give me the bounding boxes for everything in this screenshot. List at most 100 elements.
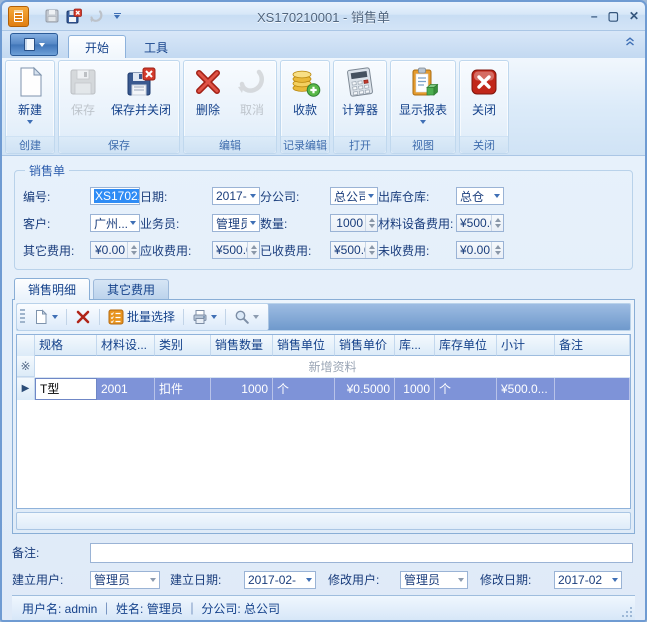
qat-save-button[interactable] [43,7,61,25]
undo-icon [88,8,104,24]
cell-remark[interactable] [555,378,630,400]
preview-button[interactable] [231,307,262,327]
material-cost-stepper[interactable]: ¥500.0 [456,214,504,232]
new-row-hint: 新增资料 [35,356,630,377]
delete-row-button[interactable] [72,307,94,327]
grid-toolbar: 批量选择 [16,303,631,331]
column-header[interactable]: 备注 [555,335,630,356]
save-button: 保存 [61,63,105,136]
chevron-down-icon [52,315,58,319]
unreceived-stepper[interactable]: ¥0.00 [456,241,504,259]
ribbon-group-view: 显示报表 视图 [390,60,456,154]
form-row-3: 其它费用: ¥0.00 应收费用: ¥500.00 已收费用: ¥500.00 … [23,239,624,261]
quantity-stepper[interactable]: 1000 [330,214,378,232]
show-report-button[interactable]: 显示报表 [393,63,453,136]
cell-sales-price[interactable]: ¥0.5000 [335,378,395,400]
save-and-close-icon [125,66,157,98]
print-icon [192,309,208,325]
row-marker: ▶ [17,378,35,400]
application-menu-button[interactable] [10,33,58,56]
salesperson-dropdown[interactable]: 管理员 [212,214,260,232]
cell-stock-unit[interactable]: 个 [435,378,497,400]
grid-new-row[interactable]: ※ 新增资料 [17,356,630,378]
close-form-button[interactable]: 关闭 [462,63,506,136]
cell-sales-qty[interactable]: 1000 [211,378,273,400]
meta-row: 建立用户: 管理员 建立日期: 2017-02- 修改用户: 管理员 修改日期:… [12,568,635,591]
received-stepper[interactable]: ¥500.00 [330,241,378,259]
warehouse-dropdown[interactable]: 总仓 [456,187,504,205]
cell-subtotal[interactable]: ¥500.0... [497,378,555,400]
chevron-down-icon [130,221,136,225]
column-header[interactable]: 小计 [497,335,555,356]
modified-date-dropdown[interactable]: 2017-02 [554,571,622,589]
column-header[interactable]: 库存单位 [435,335,497,356]
column-header[interactable]: 销售数量 [211,335,273,356]
cell-material[interactable]: 2001 [97,378,155,400]
ribbon-group-open: 计算器 打开 [333,60,387,154]
sales-order-window: XS170210001 - 销售单 – ▢ ✕ 开始 工具 新建 [0,0,647,622]
column-header[interactable]: 销售单价 [335,335,395,356]
created-date-dropdown[interactable]: 2017-02- [244,571,316,589]
chevron-down-icon [368,194,374,198]
close-button[interactable]: ✕ [629,10,639,22]
ribbon-group-close: 关闭 关闭 [459,60,509,154]
ribbon-tab-tools[interactable]: 工具 [128,36,184,58]
chevron-down-icon [420,120,426,124]
print-button[interactable] [189,307,220,327]
app-icon[interactable] [8,6,29,27]
column-header[interactable]: 规格 [35,335,97,356]
qat-undo-button[interactable] [87,7,105,25]
window-controls: – ▢ ✕ [591,10,639,22]
cell-sales-unit[interactable]: 个 [273,378,335,400]
remark-input[interactable] [90,543,633,563]
client-area: 销售单 编号: XS170210001 日期: 2017-02 分公司: 总公司… [2,156,645,620]
column-header[interactable]: 类别 [155,335,211,356]
horizontal-scrollbar[interactable] [16,512,631,530]
cell-stock-qty[interactable]: 1000 [395,378,435,400]
grid-data-row[interactable]: ▶ T型 2001 扣件 1000 个 ¥0.5000 1000 个 ¥500.… [17,378,630,400]
cell-spec[interactable]: T型 [35,378,97,400]
modified-by-dropdown[interactable]: 管理员 [400,571,468,589]
receivable-stepper[interactable]: ¥500.00 [212,241,260,259]
tab-other-costs[interactable]: 其它费用 [93,279,169,299]
remark-row: 备注: [12,543,635,564]
column-header[interactable]: 材料设... [97,335,155,356]
date-dropdown[interactable]: 2017-02 [212,187,260,205]
form-row-2: 客户: 广州... 业务员: 管理员 数量: 1000 材料设备费用: ¥500… [23,212,624,234]
branch-dropdown[interactable]: 总公司 [330,187,378,205]
maximize-button[interactable]: ▢ [608,10,619,22]
save-and-close-button[interactable]: 保存并关闭 [105,63,177,136]
resize-grip[interactable] [622,607,632,617]
collect-payment-icon [289,66,321,98]
collapse-ribbon-button[interactable] [623,34,637,53]
column-header[interactable]: 销售单位 [273,335,335,356]
qat-save-close-button[interactable] [65,7,83,25]
magnifier-icon [234,309,250,325]
add-row-button[interactable] [30,307,61,327]
show-report-icon [407,66,439,98]
new-button[interactable]: 新建 [8,63,52,136]
order-number-field[interactable]: XS170210001 [90,187,140,205]
chevron-down-icon [494,194,500,198]
minimize-button[interactable]: – [591,10,598,22]
tab-sales-detail[interactable]: 销售明细 [14,278,90,300]
application-menu-icon [24,38,35,51]
ribbon-tab-row: 开始 工具 [2,31,645,58]
delete-button[interactable]: 删除 [186,63,230,136]
delete-row-icon [75,309,91,325]
chevron-down-icon [612,578,618,582]
qat-customize-button[interactable] [111,13,123,19]
calculator-button[interactable]: 计算器 [336,63,384,136]
other-cost-stepper[interactable]: ¥0.00 [90,241,140,259]
collect-payment-button[interactable]: 收款 [283,63,327,136]
ribbon-tab-start[interactable]: 开始 [68,35,126,58]
status-text: 用户名: admin ｜ 姓名: 管理员 ｜ 分公司: 总公司 [22,600,280,617]
customer-dropdown[interactable]: 广州... [90,214,140,232]
toolbar-drag-grip[interactable] [20,309,25,325]
created-by-dropdown[interactable]: 管理员 [90,571,160,589]
cell-category[interactable]: 扣件 [155,378,211,400]
undo-icon [236,66,268,98]
chevron-down-icon [211,315,217,319]
column-header[interactable]: 库... [395,335,435,356]
batch-select-button[interactable]: 批量选择 [105,306,178,327]
